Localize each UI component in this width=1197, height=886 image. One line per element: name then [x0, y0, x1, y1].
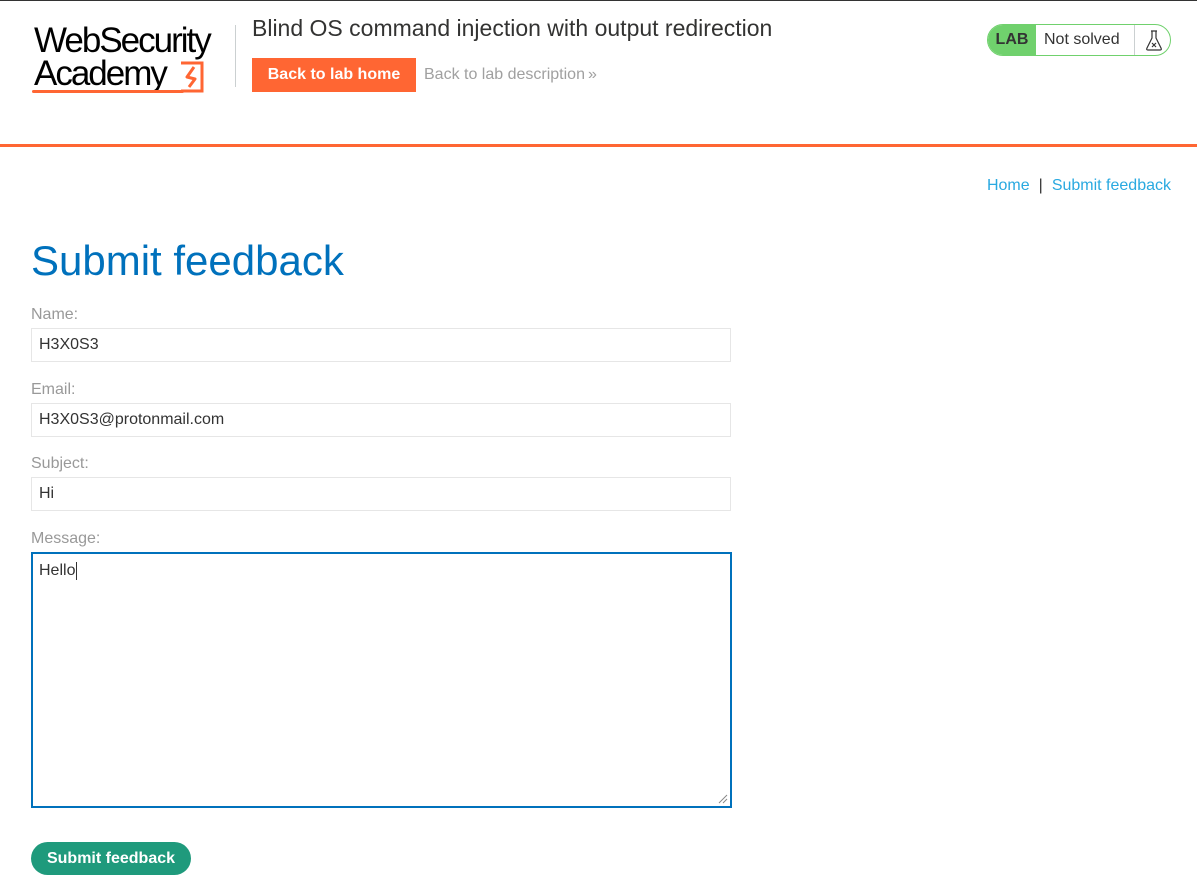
lab-status-text: Not solved	[1044, 31, 1120, 48]
subject-input[interactable]	[31, 477, 731, 511]
message-text: Hello	[39, 562, 76, 580]
double-chevron-right-icon: »	[587, 66, 597, 83]
lab-flask-icon-container	[1134, 25, 1170, 55]
message-label: Message:	[31, 530, 101, 547]
email-label: Email:	[31, 381, 76, 398]
breadcrumb-home-link[interactable]: Home	[987, 177, 1030, 194]
flask-icon	[1146, 30, 1162, 51]
lab-status-widget: LAB Not solved	[987, 24, 1171, 56]
resize-grip-icon[interactable]	[718, 794, 728, 804]
email-input[interactable]	[31, 403, 731, 437]
back-to-lab-home-button[interactable]: Back to lab home	[252, 58, 416, 92]
name-label: Name:	[31, 306, 79, 323]
logo-bolt-icon	[181, 61, 204, 93]
subject-label: Subject:	[31, 455, 89, 472]
name-input[interactable]	[31, 328, 731, 362]
breadcrumb-separator: |	[1038, 177, 1043, 194]
site-header: WebSecurity Academy Blind OS command inj…	[0, 1, 1197, 147]
submit-feedback-button[interactable]: Submit feedback	[31, 842, 191, 875]
message-textarea[interactable]: Hello	[31, 552, 732, 808]
logo-underline	[32, 90, 184, 93]
web-security-academy-logo[interactable]: WebSecurity Academy	[32, 23, 232, 95]
back-to-lab-description-link[interactable]: Back to lab description»	[424, 66, 597, 84]
breadcrumb-submit-feedback-link[interactable]: Submit feedback	[1052, 177, 1171, 194]
lab-title: Blind OS command injection with output r…	[252, 15, 773, 41]
page-title: Submit feedback	[31, 237, 344, 284]
back-to-lab-description-label: Back to lab description	[424, 66, 585, 83]
breadcrumb: Home | Submit feedback	[987, 177, 1171, 195]
text-caret	[76, 562, 78, 580]
lab-badge: LAB	[988, 25, 1036, 55]
logo-text-line2: Academy	[34, 54, 168, 93]
header-divider	[235, 25, 236, 87]
